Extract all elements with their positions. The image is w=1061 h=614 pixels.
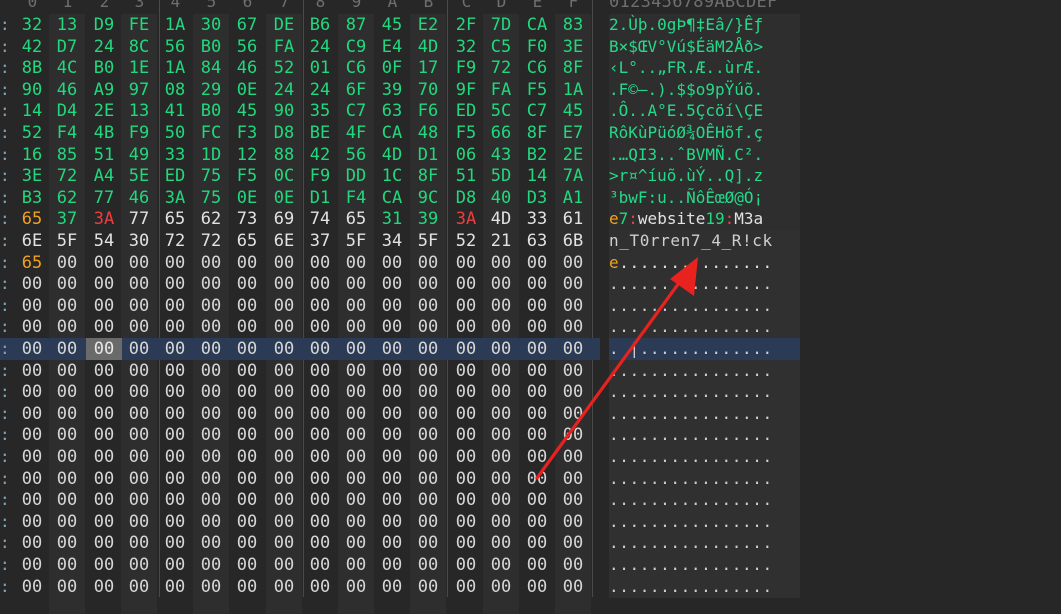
arrow-shaft [535,274,686,480]
red-arrow-annotation [535,257,698,480]
